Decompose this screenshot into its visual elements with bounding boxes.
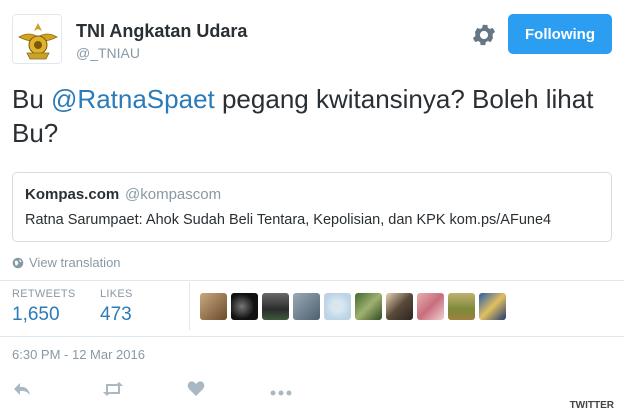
liker-avatar[interactable] [262, 293, 289, 320]
retweets-stat[interactable]: RETWEETS 1,650 [12, 288, 76, 326]
display-name[interactable]: TNI Angkatan Udara [76, 21, 247, 42]
quoted-handle: @kompascom [125, 186, 222, 203]
quoted-text: Ratna Sarumpaet: Ahok Sudah Beli Tentara… [25, 212, 552, 228]
liker-avatar[interactable] [386, 293, 413, 320]
watermark: TWITTER [565, 399, 618, 412]
username[interactable]: @_TNIAU [76, 45, 140, 61]
view-translation-label: View translation [29, 255, 121, 270]
more-icon[interactable] [270, 384, 292, 402]
liker-avatar[interactable] [324, 293, 351, 320]
avatar[interactable] [12, 14, 62, 64]
retweets-count: 1,650 [12, 304, 60, 325]
view-translation-link[interactable]: View translation [12, 255, 121, 270]
gear-icon[interactable] [470, 21, 498, 49]
retweet-icon[interactable] [102, 380, 124, 403]
stats-divider-top [0, 280, 624, 281]
liker-avatar[interactable] [231, 293, 258, 320]
likes-count: 473 [100, 304, 132, 325]
tweet-actions [12, 380, 312, 404]
tweet-text-prefix: Bu [12, 84, 52, 114]
liker-avatar[interactable] [200, 293, 227, 320]
quoted-tweet[interactable]: Kompas.com @kompascom Ratna Sarumpaet: A… [12, 172, 612, 242]
liker-avatar[interactable] [417, 293, 444, 320]
liker-avatar[interactable] [479, 293, 506, 320]
globe-icon [12, 257, 24, 268]
likes-label: LIKES [100, 288, 133, 300]
quoted-name: Kompas.com [25, 186, 120, 203]
retweets-label: RETWEETS [12, 288, 76, 300]
reply-icon[interactable] [12, 380, 32, 403]
liker-avatars [200, 293, 506, 320]
tweet-text: Bu @RatnaSpaet pegang kwitansinya? Boleh… [12, 82, 612, 150]
heart-icon[interactable] [187, 380, 205, 402]
mention-link[interactable]: @RatnaSpaet [51, 84, 215, 114]
liker-avatar[interactable] [355, 293, 382, 320]
likes-stat[interactable]: LIKES 473 [100, 288, 133, 326]
liker-avatar[interactable] [448, 293, 475, 320]
liker-avatar[interactable] [293, 293, 320, 320]
timestamp[interactable]: 6:30 PM - 12 Mar 2016 [12, 347, 145, 362]
stats-divider-bottom [0, 336, 624, 337]
following-button[interactable]: Following [508, 14, 612, 54]
tniau-emblem-icon [13, 15, 61, 63]
stats-separator [189, 282, 190, 330]
